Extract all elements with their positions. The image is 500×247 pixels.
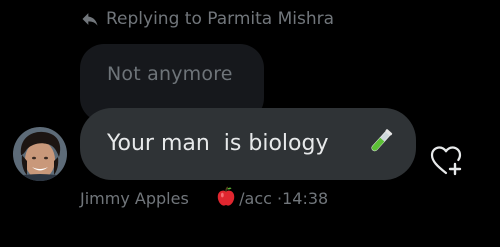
- avatar[interactable]: [13, 127, 67, 181]
- reply-context-text: Replying to Parmita Mishra: [106, 9, 334, 29]
- test-tube-icon: [338, 101, 396, 187]
- avatar-image: [13, 127, 67, 181]
- message-metadata: Jimmy Apples /acc · 14:38: [80, 185, 328, 211]
- reply-arrow-icon: [80, 9, 100, 29]
- add-reaction-button[interactable]: [428, 144, 466, 182]
- sender-handle-suffix: /acc: [239, 188, 272, 208]
- reply-prefix: Replying to: [106, 9, 208, 29]
- sender-name[interactable]: Jimmy Apples: [80, 189, 189, 208]
- heart-plus-icon: [429, 144, 465, 182]
- message-timestamp: 14:38: [282, 188, 329, 208]
- meta-separator: ·: [271, 188, 283, 208]
- quoted-message-text: Not anymore: [107, 63, 233, 85]
- message-bubble[interactable]: Your man is biology: [80, 108, 416, 180]
- reply-context: Replying to Parmita Mishra: [80, 6, 334, 32]
- reply-target-name[interactable]: Parmita Mishra: [207, 9, 334, 29]
- message-text: Your man is biology: [107, 131, 329, 156]
- red-apple-icon: [195, 166, 237, 230]
